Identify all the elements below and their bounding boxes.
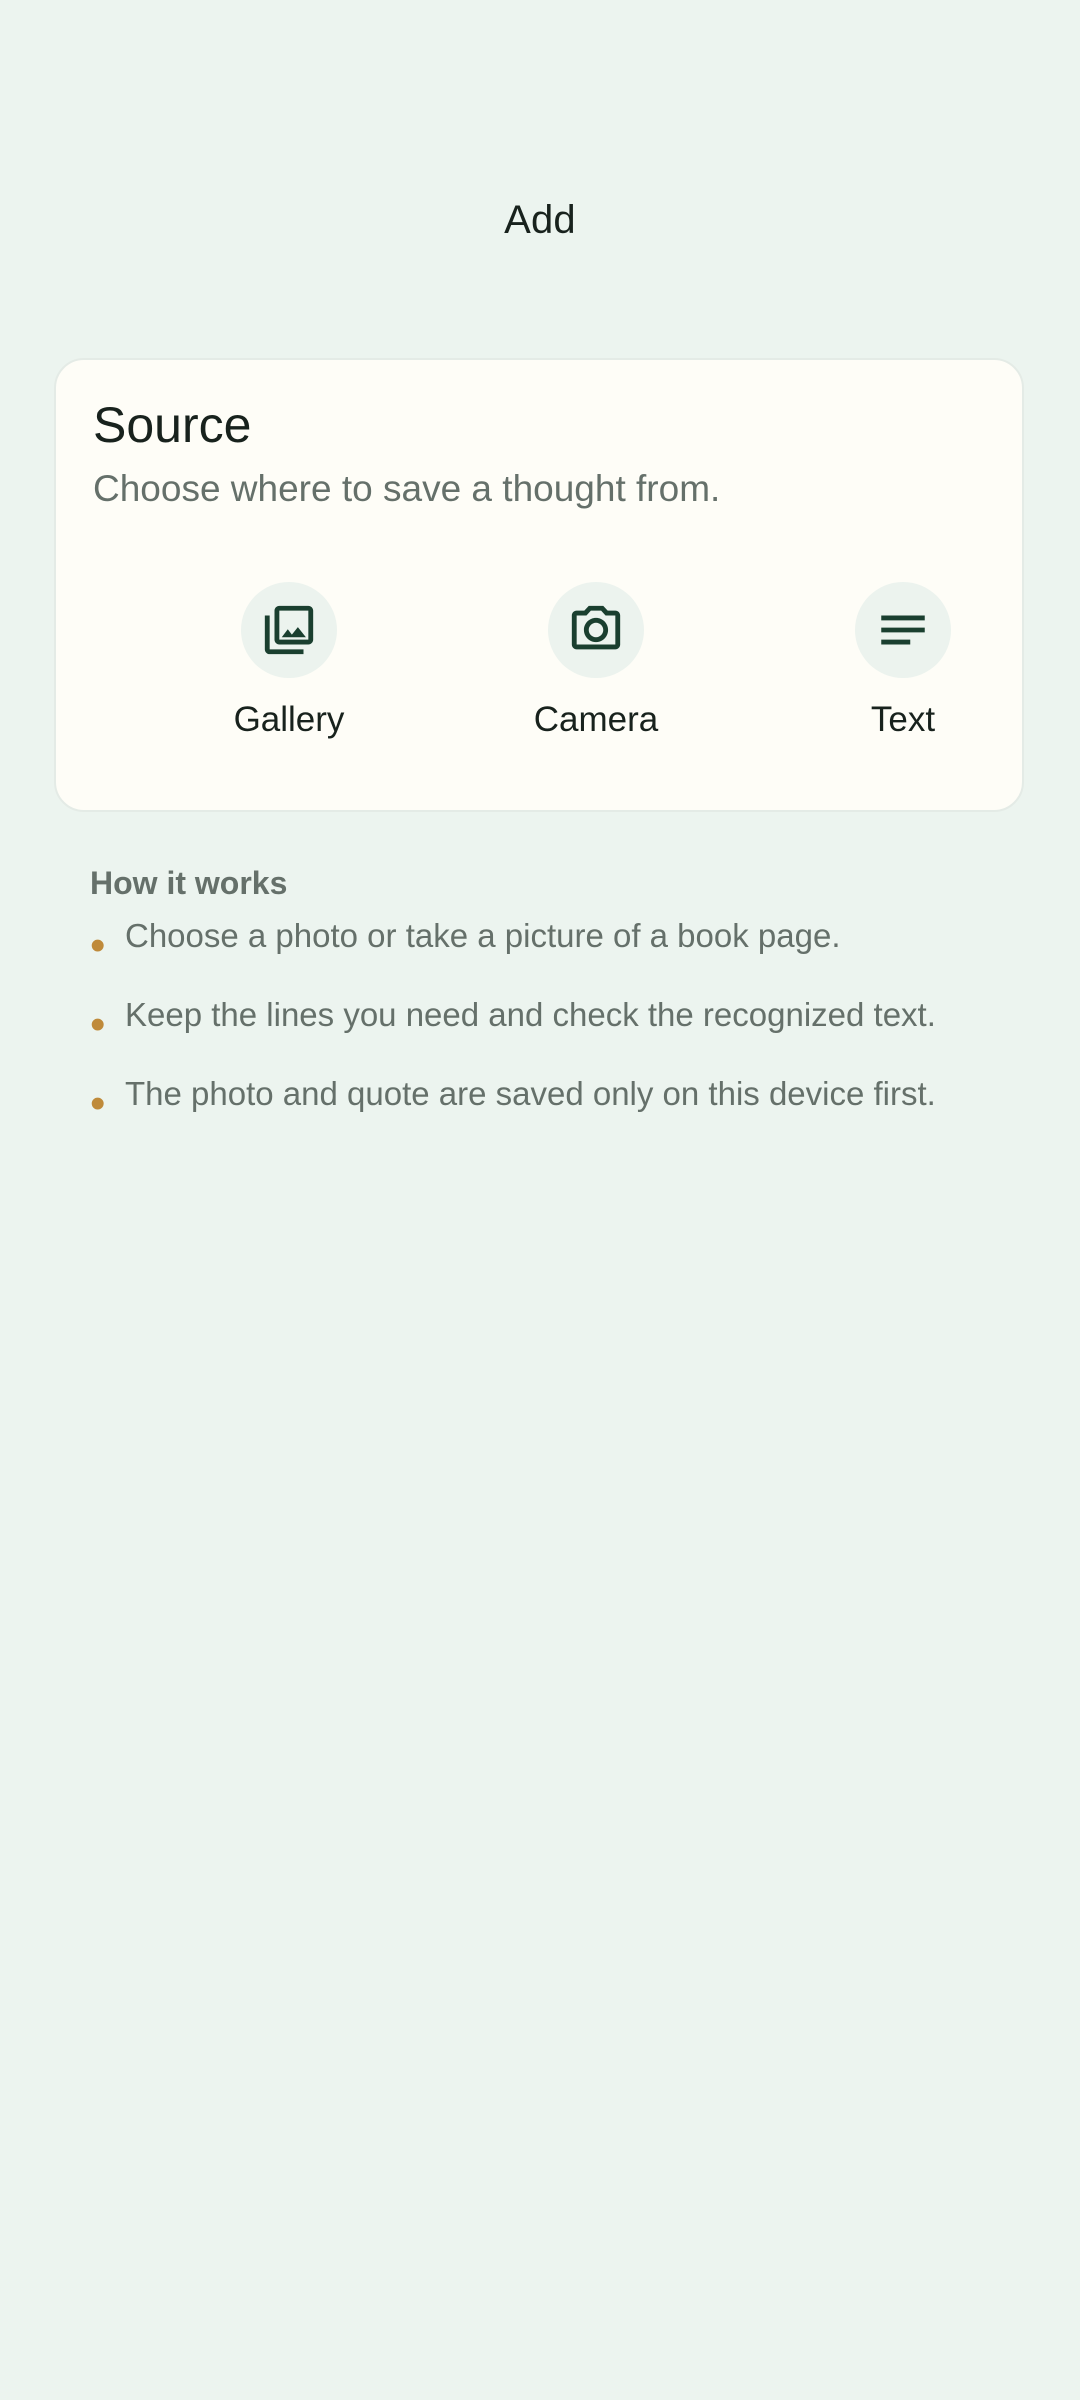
- bullet-icon: •: [90, 921, 106, 970]
- text-lines-icon: [881, 615, 925, 645]
- bullet-icon: •: [90, 1079, 106, 1128]
- list-item: • The photo and quote are saved only on …: [90, 1072, 1030, 1151]
- gallery-option-button[interactable]: Gallery: [159, 582, 419, 752]
- card-subtitle: Choose where to save a thought from.: [93, 468, 721, 509]
- card-title: Source: [93, 397, 252, 453]
- list-item-text: Keep the lines you need and check the re…: [125, 996, 936, 1033]
- list-item: • Keep the lines you need and check the …: [90, 993, 1030, 1072]
- gallery-label: Gallery: [233, 700, 345, 739]
- how-it-works-list: • Choose a photo or take a picture of a …: [90, 914, 1030, 1151]
- list-item-text: Choose a photo or take a picture of a bo…: [125, 917, 841, 954]
- how-it-works-title: How it works: [90, 865, 288, 901]
- source-card: Source Choose where to save a thought fr…: [54, 358, 1024, 812]
- camera-option-button[interactable]: Camera: [466, 582, 726, 752]
- camera-icon: [571, 605, 621, 650]
- how-it-works-section: How it works • Choose a photo or take a …: [90, 865, 1030, 1151]
- bullet-icon: •: [90, 1000, 106, 1049]
- top-app-bar: Add: [0, 170, 1080, 270]
- camera-icon-container: [548, 582, 644, 678]
- list-item-text: The photo and quote are saved only on th…: [125, 1075, 936, 1112]
- text-option-button[interactable]: Text: [773, 582, 1033, 752]
- list-item: • Choose a photo or take a picture of a …: [90, 914, 1030, 993]
- text-label: Text: [870, 700, 936, 739]
- page-title: Add: [504, 197, 576, 242]
- camera-label: Camera: [533, 700, 659, 739]
- gallery-icon: [264, 605, 314, 655]
- gallery-icon-container: [241, 582, 337, 678]
- text-icon-container: [855, 582, 951, 678]
